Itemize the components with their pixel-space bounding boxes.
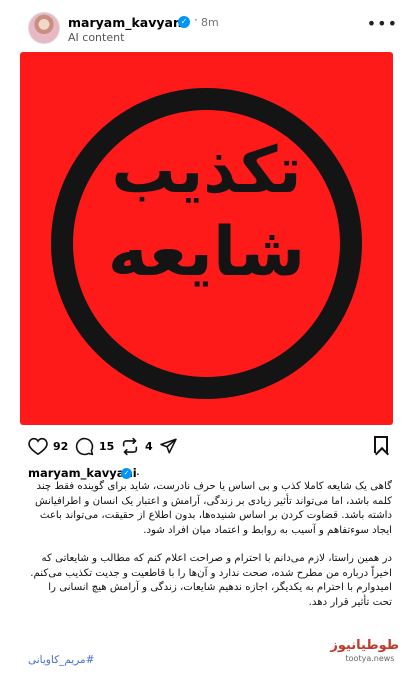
watermark-url: tootya.news: [345, 654, 395, 663]
stamp-line-2: شایعه: [107, 213, 306, 293]
send-icon: [160, 438, 177, 454]
caption-paragraph-1: گاهی یک شایعه کاملا کذب و بی اساس یا حرف…: [34, 481, 392, 536]
watermark-logo: طوطیانیوز: [330, 638, 399, 653]
caption-paragraph-2: در همین راستا، لازم می‌دانم با احترام و …: [30, 553, 392, 579]
post-username[interactable]: maryam_kavyani: [68, 15, 186, 30]
caption-paragraph-3: امیدوارم با احترام به یکدیگر، اجازه ندهی…: [48, 582, 392, 608]
repost-icon: [122, 437, 138, 455]
repost-count: 4: [145, 439, 153, 453]
watermark: طوطیانیوز tootya.news: [330, 638, 399, 664]
caption-text: گاهی یک شایعه کاملا کذب و بی اساس یا حرف…: [28, 480, 392, 610]
ai-content-label[interactable]: AI content: [68, 31, 124, 44]
verified-badge-icon: ✓: [121, 468, 132, 479]
separator-dot: ·: [194, 13, 198, 27]
like-count: 92: [53, 439, 69, 453]
comment-count: 15: [99, 439, 115, 453]
action-bar: 92 15 4: [28, 434, 388, 458]
comment-icon: [75, 437, 94, 455]
share-button[interactable]: [159, 434, 178, 458]
post-header: maryam_kavyani ✓ · 8m AI content •••: [28, 12, 398, 46]
stamp-text: تکذیب شایعه: [99, 134, 314, 293]
stamp-line-1: تکذیب: [111, 134, 302, 208]
verified-badge-icon: ✓: [178, 16, 190, 28]
heart-icon: [28, 437, 48, 455]
separator-dot: .: [136, 464, 140, 478]
post-image[interactable]: تکذیب شایعه: [20, 52, 393, 425]
repost-button[interactable]: 4: [120, 434, 153, 458]
more-options-icon[interactable]: •••: [367, 14, 398, 33]
hashtag-link[interactable]: #مریم_کاویانی: [28, 654, 94, 666]
avatar[interactable]: [28, 12, 60, 44]
post-time[interactable]: 8m: [201, 16, 219, 29]
like-button[interactable]: 92: [28, 434, 68, 458]
bookmark-icon[interactable]: [374, 436, 388, 453]
comment-button[interactable]: 15: [75, 434, 114, 458]
